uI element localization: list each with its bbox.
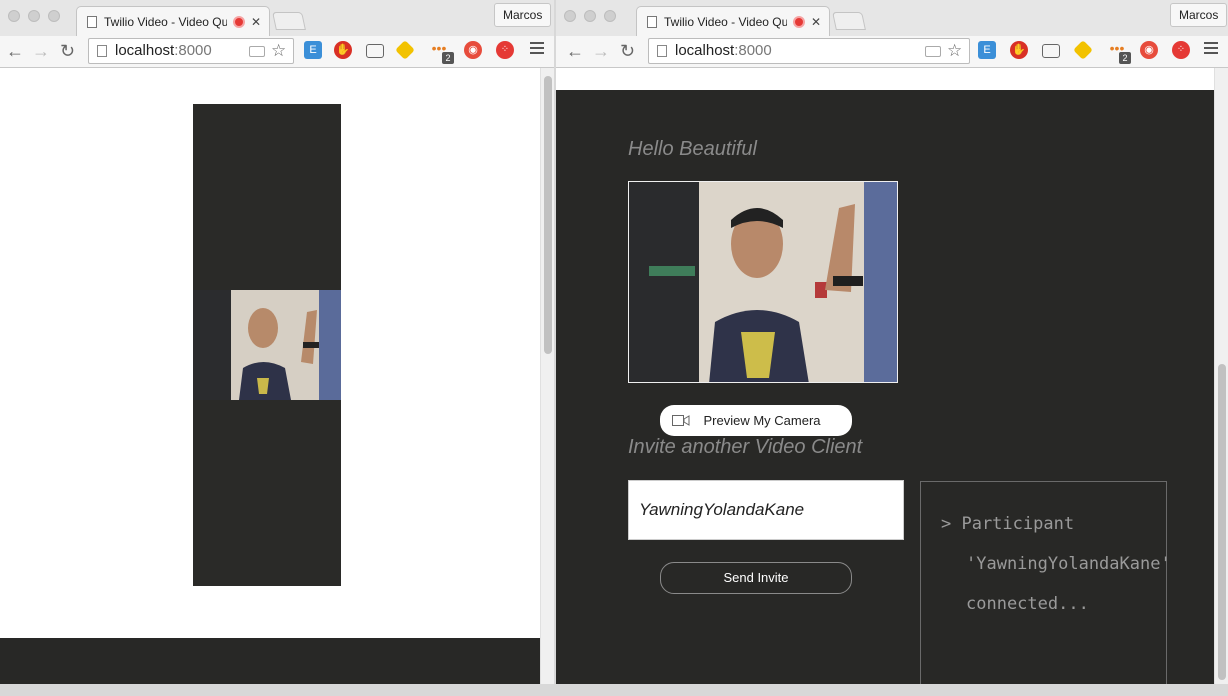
red-record-extension-icon[interactable]: ◉ [464, 41, 482, 59]
reload-icon[interactable]: ↻ [620, 40, 635, 62]
title-bar: Twilio Video - Video Qui ✕ Marcos [556, 0, 1228, 36]
minimize-window-button[interactable] [28, 10, 40, 22]
participant-name-input[interactable] [628, 480, 904, 540]
address-bar[interactable]: localhost:8000 ☆ [88, 38, 294, 64]
invite-heading: Invite another Video Client [628, 436, 863, 458]
local-video-frame [629, 182, 897, 382]
forward-arrow-icon[interactable]: → [32, 40, 50, 62]
browser-tab[interactable]: Twilio Video - Video Qui ✕ [76, 6, 270, 36]
url-host: localhost [115, 42, 175, 59]
browser-toolbar: ← → ↻ localhost:8000 ☆ E ✋ ••• 2 ◉ ⁘ [556, 36, 1228, 68]
menu-icon[interactable] [530, 42, 544, 56]
camera-icon[interactable] [925, 46, 941, 57]
address-bar[interactable]: localhost:8000 ☆ [648, 38, 970, 64]
zoom-window-button[interactable] [604, 10, 616, 22]
forward-arrow-icon[interactable]: → [592, 40, 610, 62]
log-line: > Participant [941, 514, 1075, 534]
log-line: connected... [966, 594, 1089, 614]
back-arrow-icon[interactable]: ← [566, 40, 584, 62]
page-viewport [0, 68, 540, 684]
video-app-panel: Hello Beautiful Preview My Camera Invite… [556, 90, 1214, 684]
reload-icon[interactable]: ↻ [60, 40, 75, 62]
document-icon [97, 45, 107, 57]
close-icon[interactable]: ✕ [811, 15, 821, 29]
activity-log: > Participant 'YawningYolandaKane' conne… [920, 481, 1171, 684]
document-icon [87, 15, 97, 28]
yellow-extension-icon[interactable] [395, 40, 415, 60]
red-record-extension-icon[interactable]: ◉ [1140, 41, 1158, 59]
star-icon[interactable]: ☆ [271, 39, 286, 63]
twilio-extension-icon[interactable]: ⁘ [1172, 41, 1190, 59]
title-bar: Twilio Video - Video Qui ✕ Marcos [0, 0, 554, 36]
url-port: :8000 [174, 42, 212, 59]
yellow-extension-icon[interactable] [1073, 40, 1093, 60]
translate-extension-icon[interactable]: E [304, 41, 322, 59]
tab-title: Twilio Video - Video Qui [104, 14, 227, 29]
new-tab-button[interactable] [272, 12, 306, 30]
new-tab-button[interactable] [832, 12, 866, 30]
log-line: 'YawningYolandaKane' [966, 554, 1171, 574]
profile-button[interactable]: Marcos [494, 3, 552, 27]
document-icon [657, 45, 667, 57]
extension-badge: 2 [1119, 52, 1131, 64]
adblock-extension-icon[interactable]: ✋ [334, 41, 352, 59]
vertical-scrollbar[interactable] [540, 68, 554, 684]
back-arrow-icon[interactable]: ← [6, 40, 24, 62]
close-window-button[interactable] [564, 10, 576, 22]
cast-icon[interactable] [366, 44, 384, 58]
remote-video-container [193, 104, 341, 586]
local-video-preview [628, 181, 898, 383]
scrollbar-thumb[interactable] [544, 76, 552, 354]
page-viewport: Hello Beautiful Preview My Camera Invite… [556, 68, 1214, 684]
close-icon[interactable]: ✕ [251, 15, 261, 29]
video-camera-icon [672, 415, 690, 426]
menu-icon[interactable] [1204, 42, 1218, 56]
browser-window-left: Twilio Video - Video Qui ✕ Marcos ← → ↻ … [0, 0, 554, 684]
browser-tab[interactable]: Twilio Video - Video Qui ✕ [636, 6, 830, 36]
adblock-extension-icon[interactable]: ✋ [1010, 41, 1028, 59]
star-icon[interactable]: ☆ [947, 39, 962, 63]
minimize-window-button[interactable] [584, 10, 596, 22]
close-window-button[interactable] [8, 10, 20, 22]
browser-window-right: Twilio Video - Video Qui ✕ Marcos ← → ↻ … [556, 0, 1228, 684]
record-icon [792, 15, 805, 28]
tab-title: Twilio Video - Video Qui [664, 14, 787, 29]
url-port: :8000 [734, 42, 772, 59]
greeting-heading: Hello Beautiful [628, 138, 757, 160]
scrollbar-thumb[interactable] [1218, 364, 1226, 680]
remote-video-frame [193, 290, 341, 400]
preview-camera-label: Preview My Camera [703, 413, 821, 428]
cast-icon[interactable] [1042, 44, 1060, 58]
page-footer [0, 638, 540, 684]
url-host: localhost [675, 42, 735, 59]
browser-toolbar: ← → ↻ localhost:8000 ☆ E ✋ ••• 2 ◉ ⁘ [0, 36, 554, 68]
record-icon [232, 15, 245, 28]
zoom-window-button[interactable] [48, 10, 60, 22]
camera-icon[interactable] [249, 46, 265, 57]
send-invite-button[interactable]: Send Invite [660, 562, 852, 594]
profile-button[interactable]: Marcos [1170, 3, 1228, 27]
vertical-scrollbar[interactable] [1214, 68, 1228, 684]
document-icon [647, 15, 657, 28]
extension-badge: 2 [442, 52, 454, 64]
preview-camera-button[interactable]: Preview My Camera [660, 405, 852, 436]
twilio-extension-icon[interactable]: ⁘ [496, 41, 514, 59]
translate-extension-icon[interactable]: E [978, 41, 996, 59]
